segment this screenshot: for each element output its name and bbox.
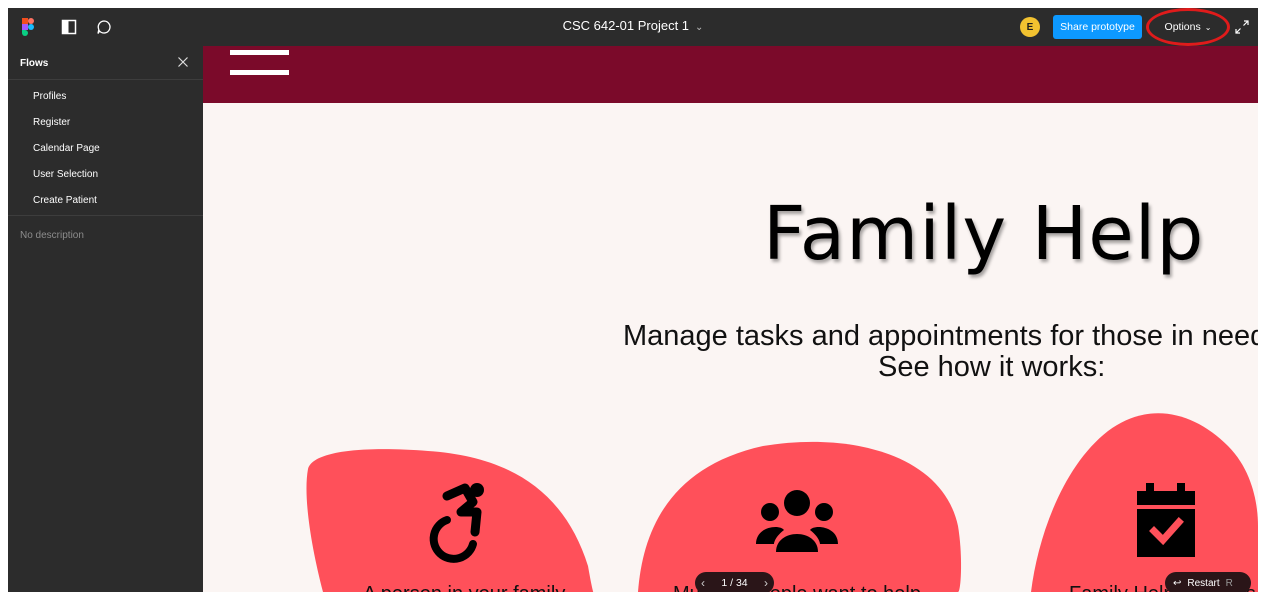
flow-item-calendar-page[interactable]: Calendar Page bbox=[8, 136, 203, 162]
comment-icon[interactable] bbox=[94, 17, 114, 37]
flow-item-register[interactable]: Register bbox=[8, 110, 203, 136]
top-bar: CSC 642-01 Project 1 ⌄ E Share prototype … bbox=[8, 8, 1258, 46]
restart-label: Restart bbox=[1187, 577, 1220, 589]
feature-card-text: A person in your family bbox=[363, 583, 565, 592]
close-icon[interactable] bbox=[176, 55, 190, 69]
slide-counter: 1 / 34 bbox=[721, 577, 748, 589]
figma-prototype-viewer: CSC 642-01 Project 1 ⌄ E Share prototype … bbox=[8, 8, 1258, 592]
share-prototype-button[interactable]: Share prototype bbox=[1053, 15, 1142, 39]
flows-title: Flows bbox=[20, 58, 49, 69]
flow-item-create-patient[interactable]: Create Patient bbox=[8, 188, 203, 214]
restart-button[interactable]: ↩ Restart R bbox=[1165, 572, 1251, 592]
expand-icon[interactable] bbox=[1232, 17, 1252, 37]
restart-arrow-icon: ↩ bbox=[1173, 577, 1182, 589]
flows-panel: Flows Profiles Register Calendar Page Us… bbox=[8, 46, 203, 592]
chevron-down-icon[interactable]: ⌄ bbox=[695, 22, 703, 33]
flows-header: Flows bbox=[8, 46, 203, 80]
slide-pager: ‹ 1 / 34 › bbox=[695, 572, 774, 592]
annotation-circle bbox=[1146, 8, 1230, 46]
sidebar-toggle-icon[interactable] bbox=[59, 17, 79, 37]
avatar[interactable]: E bbox=[1020, 17, 1040, 37]
previous-slide-icon[interactable]: ‹ bbox=[701, 576, 705, 590]
flow-item-user-selection[interactable]: User Selection bbox=[8, 162, 203, 188]
calendar-check-icon bbox=[1137, 483, 1195, 557]
flow-description: No description bbox=[20, 230, 84, 241]
feature-card-blob bbox=[638, 441, 962, 592]
next-slide-icon[interactable]: › bbox=[764, 576, 768, 590]
restart-shortcut-key: R bbox=[1225, 577, 1233, 589]
prototype-canvas[interactable]: Family Help Manage tasks and appointment… bbox=[203, 46, 1258, 592]
flow-list: Profiles Register Calendar Page User Sel… bbox=[8, 80, 203, 216]
figma-logo-icon[interactable] bbox=[18, 17, 38, 37]
feature-cards bbox=[306, 413, 1258, 592]
flow-item-profiles[interactable]: Profiles bbox=[8, 84, 203, 110]
file-title-label[interactable]: CSC 642-01 Project 1 bbox=[563, 18, 689, 33]
